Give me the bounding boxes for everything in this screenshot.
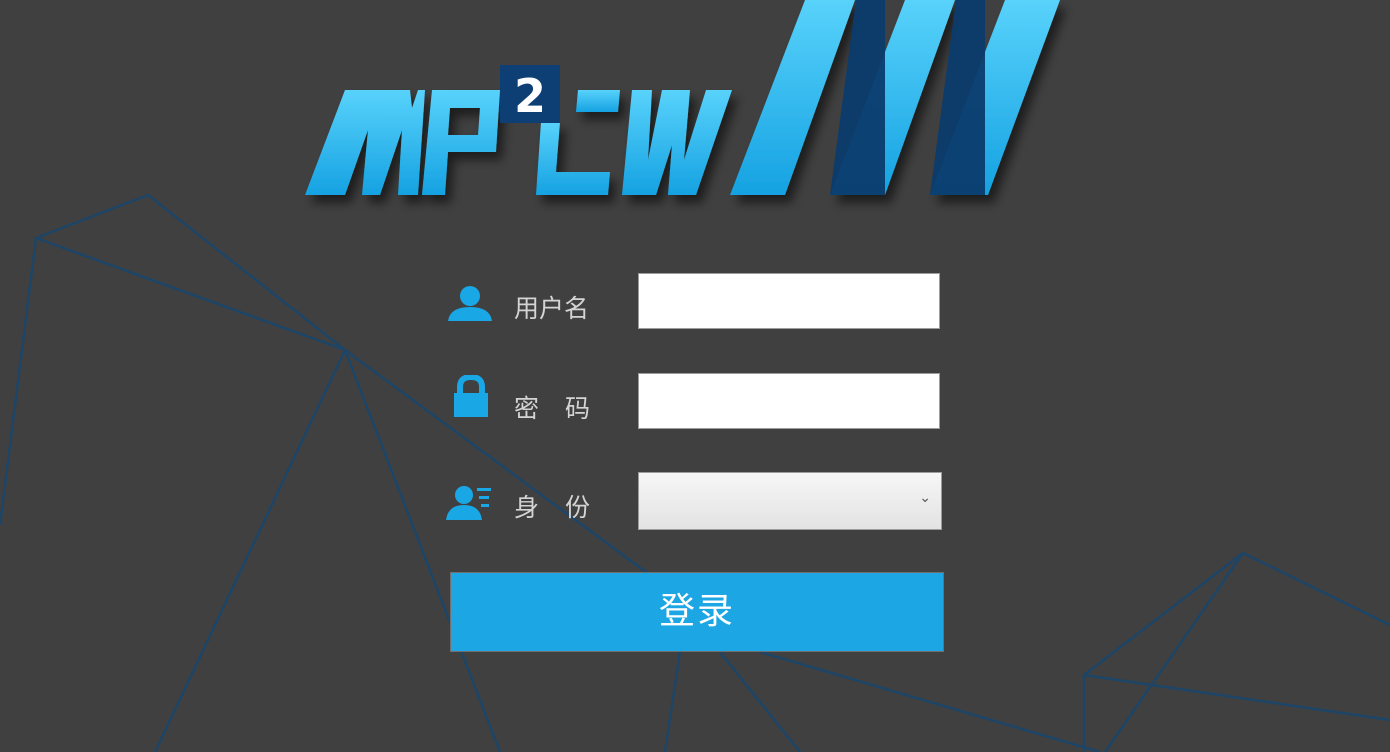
password-input[interactable] — [638, 373, 940, 429]
username-label: 用户名 — [514, 294, 590, 323]
password-row: 密码 — [446, 373, 946, 433]
user-icon — [448, 286, 492, 321]
username-input[interactable] — [638, 273, 940, 329]
role-select[interactable]: ⌄ — [638, 472, 942, 530]
id-card-icon — [446, 486, 491, 520]
role-label: 身份 — [514, 493, 617, 522]
svg-text:2: 2 — [514, 69, 546, 123]
role-row: 身份 ⌄ — [446, 472, 946, 532]
username-row: 用户名 — [446, 273, 946, 333]
login-button[interactable]: 登录 — [450, 572, 944, 652]
chevron-down-icon: ⌄ — [919, 490, 931, 506]
lock-icon — [454, 375, 488, 417]
mp2cw-logo: 2 — [305, 0, 1060, 195]
password-label: 密码 — [514, 394, 617, 423]
